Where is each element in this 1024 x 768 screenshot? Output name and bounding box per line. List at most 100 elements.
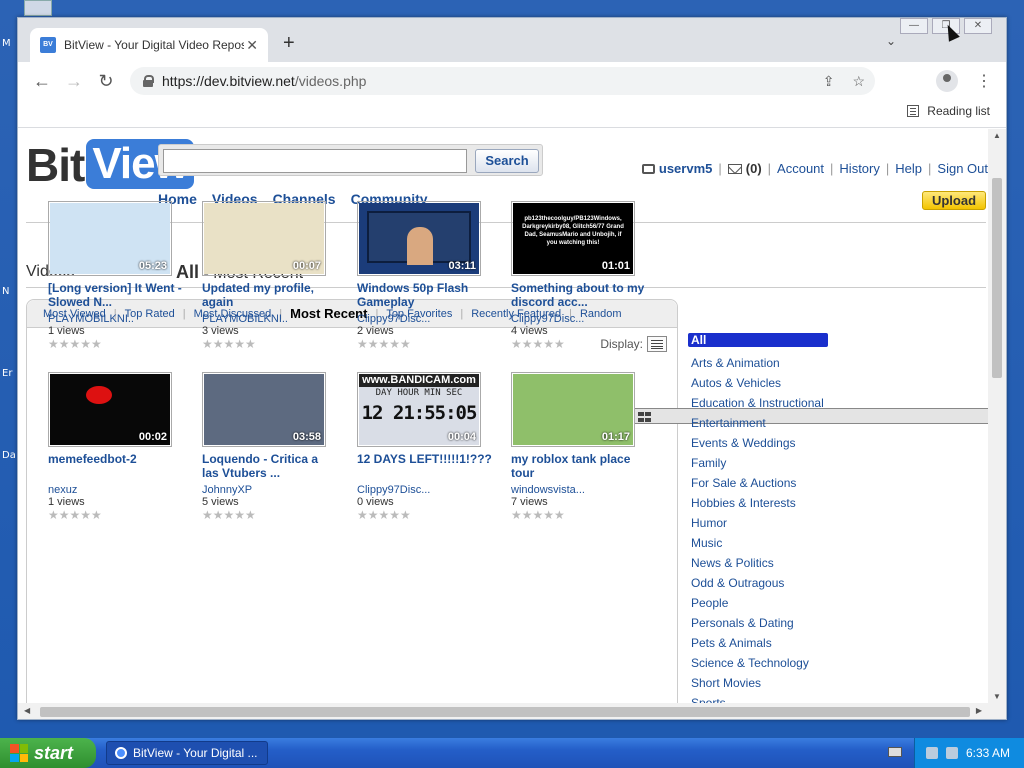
browser-menu-icon[interactable]: ⋮ xyxy=(976,71,992,91)
start-button[interactable]: start xyxy=(0,738,96,768)
category-item[interactable]: All xyxy=(688,333,828,347)
reload-button[interactable]: ↻ xyxy=(90,71,122,92)
scroll-right-icon[interactable]: ▶ xyxy=(976,706,982,715)
search-input[interactable] xyxy=(163,149,467,173)
thumbnail-image: 00:02 xyxy=(50,374,170,445)
sign-out-link[interactable]: Sign Out xyxy=(937,161,988,176)
username-link[interactable]: uservm5 xyxy=(659,161,712,176)
category-item[interactable]: Arts & Animation xyxy=(688,353,838,373)
category-item[interactable]: Odd & Outragous xyxy=(688,573,838,593)
category-item[interactable]: Science & Technology xyxy=(688,653,838,673)
video-uploader-link[interactable]: PLAYMOBILKNI.. xyxy=(202,313,337,325)
category-item[interactable]: Sports xyxy=(688,693,838,703)
share-icon[interactable]: ⇪ xyxy=(823,73,835,90)
video-uploader-link[interactable]: PLAYMOBILKNI.. xyxy=(48,313,183,325)
video-uploader-link[interactable]: windowsvista... xyxy=(511,484,646,496)
search-button[interactable]: Search xyxy=(475,149,539,173)
account-link[interactable]: Account xyxy=(777,161,824,176)
video-title-link[interactable]: Windows 50p Flash Gameplay xyxy=(357,281,492,309)
category-item[interactable]: Humor xyxy=(688,513,838,533)
video-thumbnail[interactable]: 00:02 xyxy=(48,372,172,447)
profile-avatar-icon[interactable] xyxy=(936,70,958,92)
video-title-link[interactable]: Updated my profile, again xyxy=(202,281,337,309)
scroll-up-icon[interactable]: ▲ xyxy=(993,131,1001,140)
category-item[interactable]: Music xyxy=(688,533,838,553)
address-bar[interactable]: https://dev.bitview.net/videos.php ⇪ ☆ xyxy=(130,67,875,95)
vertical-scroll-thumb[interactable] xyxy=(992,178,1002,378)
inbox-count[interactable]: (0) xyxy=(746,161,762,176)
history-link[interactable]: History xyxy=(839,161,879,176)
upload-button[interactable]: Upload xyxy=(922,191,986,210)
back-button[interactable]: ← xyxy=(26,71,58,92)
video-duration: 03:11 xyxy=(448,260,476,272)
video-thumbnail[interactable]: 01:17 xyxy=(511,372,635,447)
thumbnail-image: 03:11 xyxy=(359,203,479,274)
new-tab-button[interactable]: + xyxy=(283,32,295,55)
thumbnail-image: 03:58 xyxy=(204,374,324,445)
help-link[interactable]: Help xyxy=(895,161,922,176)
close-window-button[interactable]: ✕ xyxy=(964,18,992,34)
category-item[interactable]: Entertainment xyxy=(688,413,838,433)
video-title-link[interactable]: Loquendo - Critica a las Vtubers ... xyxy=(202,452,337,480)
list-view-icon[interactable] xyxy=(647,336,667,352)
video-views: 2 views xyxy=(357,325,394,337)
category-item[interactable]: Autos & Vehicles xyxy=(688,373,838,393)
volume-icon[interactable] xyxy=(945,747,958,759)
category-item[interactable]: Hobbies & Interests xyxy=(688,493,838,513)
category-item[interactable]: Short Movies xyxy=(688,673,838,693)
category-item[interactable]: Personals & Dating xyxy=(688,613,838,633)
video-uploader-link[interactable]: Clippy97Disc... xyxy=(357,313,492,325)
forward-button[interactable]: → xyxy=(58,71,90,92)
video-thumbnail[interactable]: 00:07 xyxy=(202,201,326,276)
horizontal-scroll-thumb[interactable] xyxy=(40,707,970,717)
category-item[interactable]: For Sale & Auctions xyxy=(688,473,838,493)
scroll-down-icon[interactable]: ▼ xyxy=(993,692,1001,701)
video-title-link[interactable]: [Long version] It Went - Slowed N... xyxy=(48,281,183,309)
network-icon[interactable] xyxy=(925,747,938,759)
taskbar-browser-item[interactable]: BitView - Your Digital ... xyxy=(106,741,268,765)
browser-tab[interactable]: BV BitView - Your Digital Video Reposit … xyxy=(30,28,268,62)
reading-list-button[interactable]: Reading list xyxy=(907,104,990,118)
rating-stars-icon: ★★★★★ xyxy=(202,508,256,522)
video-uploader-link[interactable]: Clippy97Disc... xyxy=(511,313,646,325)
vertical-scrollbar[interactable]: ▲ ▼ xyxy=(988,129,1006,703)
video-duration: 01:17 xyxy=(601,431,630,443)
video-title-link[interactable]: 12 DAYS LEFT!!!!!1!??? xyxy=(357,452,492,480)
minimize-button[interactable]: — xyxy=(900,18,928,34)
video-uploader-link[interactable]: JohnnyXP xyxy=(202,484,337,496)
video-title-link[interactable]: my roblox tank place tour xyxy=(511,452,646,480)
video-thumbnail[interactable]: www.BANDICAM.com DAY HOUR MIN SEC 12 21:55… xyxy=(357,372,481,447)
tab-title: BitView - Your Digital Video Reposit xyxy=(64,38,244,52)
chrome-icon xyxy=(115,747,127,759)
video-uploader-link[interactable]: nexuz xyxy=(48,484,183,496)
keyboard-icon[interactable] xyxy=(888,747,902,757)
horizontal-scrollbar[interactable]: ◀ ▶ xyxy=(18,703,1006,719)
video-duration: 00:02 xyxy=(138,431,167,443)
video-views: 4 views xyxy=(511,325,548,337)
category-item[interactable]: People xyxy=(688,593,838,613)
bookmark-star-icon[interactable]: ☆ xyxy=(852,73,865,90)
video-card: 00:02 memefeedbot-2 nexuz 1 views ★★★★★ xyxy=(48,372,183,522)
desktop-computer-icon[interactable] xyxy=(24,0,52,16)
rating-stars-icon: ★★★★★ xyxy=(357,337,411,351)
video-card: 05:23 [Long version] It Went - Slowed N..… xyxy=(48,201,183,351)
category-item[interactable]: Pets & Animals xyxy=(688,633,838,653)
video-title-link[interactable]: memefeedbot-2 xyxy=(48,452,183,480)
close-tab-icon[interactable]: ✕ xyxy=(246,37,258,54)
category-item[interactable]: News & Politics xyxy=(688,553,838,573)
video-uploader-link[interactable]: Clippy97Disc... xyxy=(357,484,492,496)
mail-icon[interactable] xyxy=(727,163,742,174)
category-item[interactable]: Family xyxy=(688,453,838,473)
video-title-link[interactable]: Something about to my discord acc... xyxy=(511,281,646,309)
category-item[interactable]: Education & Instructional xyxy=(688,393,838,413)
rating-stars-icon: ★★★★★ xyxy=(511,337,565,351)
category-item[interactable]: Events & Weddings xyxy=(688,433,838,453)
video-thumbnail[interactable]: 05:23 xyxy=(48,201,172,276)
video-thumbnail[interactable]: pb123thecoolguy/PB123Windows, Darkgreyki… xyxy=(511,201,635,276)
scroll-left-icon[interactable]: ◀ xyxy=(24,706,30,715)
lock-icon[interactable] xyxy=(142,75,154,87)
thumbnail-countdown-labels: DAY HOUR MIN SEC xyxy=(375,388,463,398)
tab-search-chevron-icon[interactable]: ⌄ xyxy=(886,34,896,48)
video-thumbnail[interactable]: 03:58 xyxy=(202,372,326,447)
video-thumbnail[interactable]: 03:11 xyxy=(357,201,481,276)
